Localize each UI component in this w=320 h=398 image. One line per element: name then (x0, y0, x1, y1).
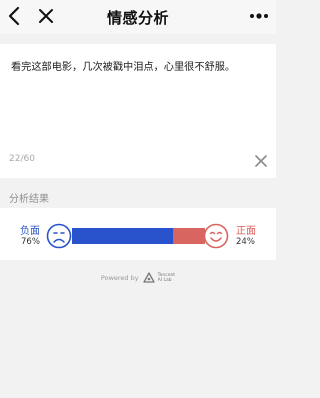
clear-x-icon[interactable] (254, 154, 268, 168)
character-counter: 22/60 (9, 154, 35, 164)
logo-text: Tencent AI Lab (158, 273, 175, 283)
negative-label: 负面 (20, 226, 40, 237)
positive-percent: 24% (236, 237, 255, 247)
more-dots-icon[interactable] (248, 10, 270, 22)
positive-label: 正面 (236, 226, 256, 237)
tencent-ai-lab-logo-icon (142, 272, 155, 283)
negative-bar-fill (72, 228, 174, 244)
page-title: 情感分析 (106, 9, 169, 27)
happy-face-icon (203, 223, 229, 249)
navigation-bar: 情感分析 (0, 0, 276, 34)
powered-by-footer: Powered by Tencent AI Lab (0, 271, 276, 285)
section-title-results: 分析结果 (9, 194, 49, 205)
input-text[interactable]: 看完这部电影，几次被戳中泪点，心里很不舒服。 (11, 61, 266, 75)
sad-face-icon (46, 223, 72, 249)
logo-text-line-2: AI Lab (157, 278, 172, 283)
text-input-card[interactable]: 看完这部电影，几次被戳中泪点，心里很不舒服。 22/60 (0, 44, 276, 178)
sentiment-bar (72, 228, 205, 244)
negative-percent: 76% (21, 237, 40, 247)
powered-by-text: Powered by (100, 274, 139, 282)
sentiment-result-card: 负面 76% 正面 24% (0, 208, 276, 260)
